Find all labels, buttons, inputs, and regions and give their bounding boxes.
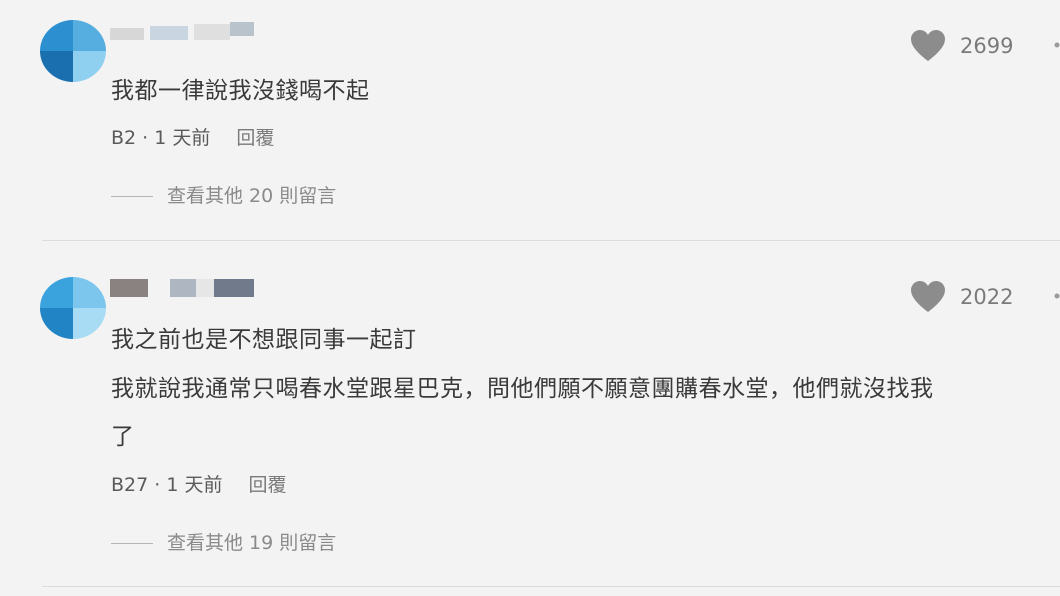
view-more-replies[interactable]: 查看其他 19 則留言 xyxy=(111,530,336,556)
comment-text: 我之前也是不想跟同事一起訂 xyxy=(111,327,417,353)
like-button[interactable]: 2699 xyxy=(910,28,1013,62)
comment-thread: 我都一律說我沒錢喝不起 B2 · 1 天前 回覆 查看其他 20 則留言 2699… xyxy=(0,0,1060,596)
avatar-pixel xyxy=(40,308,73,339)
username-blurred[interactable] xyxy=(110,277,260,299)
heart-icon xyxy=(911,281,945,312)
divider-dash xyxy=(111,196,153,197)
comment-item: 我之前也是不想跟同事一起訂 我就說我通常只喝春水堂跟星巴克，問他們願不願意團購春… xyxy=(0,241,1060,586)
avatar-pixel xyxy=(73,308,106,339)
name-pixel xyxy=(110,28,144,40)
comment-text: 了 xyxy=(111,424,135,450)
view-more-label: 查看其他 20 則留言 xyxy=(167,185,337,207)
meta-separator: · xyxy=(136,127,155,149)
view-more-replies[interactable]: 查看其他 20 則留言 xyxy=(111,183,336,209)
avatar-pixel xyxy=(40,51,73,82)
heart-icon xyxy=(911,30,945,61)
avatar[interactable] xyxy=(40,20,106,82)
reply-button[interactable]: 回覆 xyxy=(236,127,274,149)
like-count: 2022 xyxy=(960,285,1014,309)
meta-separator: · xyxy=(148,474,167,496)
comment-time: 1 天前 xyxy=(166,474,223,496)
name-pixel xyxy=(110,279,148,297)
more-icon[interactable] xyxy=(1052,279,1060,313)
more-icon[interactable] xyxy=(1052,28,1060,62)
comment-meta: B2 · 1 天前 回覆 xyxy=(111,125,274,151)
view-more-label: 查看其他 19 則留言 xyxy=(167,532,337,554)
like-button[interactable]: 2022 xyxy=(910,279,1013,313)
comment-meta: B27 · 1 天前 回覆 xyxy=(111,472,287,498)
name-pixel xyxy=(196,279,214,297)
comment-time: 1 天前 xyxy=(154,127,211,149)
comment-text: 我就說我通常只喝春水堂跟星巴克，問他們願不願意團購春水堂，他們就沒找我 xyxy=(111,376,934,402)
username-blurred[interactable] xyxy=(110,20,260,42)
name-pixel xyxy=(194,24,230,40)
name-pixel xyxy=(214,279,254,297)
name-pixel xyxy=(230,22,254,36)
avatar-pixel xyxy=(73,20,106,51)
avatar[interactable] xyxy=(40,277,106,339)
name-pixel xyxy=(150,26,188,40)
floor-number: B2 xyxy=(111,127,137,149)
comment-text: 我都一律說我沒錢喝不起 xyxy=(111,78,370,104)
comment-divider xyxy=(42,586,1060,587)
name-pixel xyxy=(170,279,196,297)
avatar-pixel xyxy=(73,51,106,82)
floor-number: B27 xyxy=(111,474,149,496)
avatar-pixel xyxy=(73,277,106,308)
like-count: 2699 xyxy=(960,34,1014,58)
avatar-pixel xyxy=(40,277,73,308)
reply-button[interactable]: 回覆 xyxy=(248,474,286,496)
divider-dash xyxy=(111,543,153,544)
comment-item: 我都一律說我沒錢喝不起 B2 · 1 天前 回覆 查看其他 20 則留言 2699 xyxy=(0,0,1060,240)
avatar-pixel xyxy=(40,20,73,51)
